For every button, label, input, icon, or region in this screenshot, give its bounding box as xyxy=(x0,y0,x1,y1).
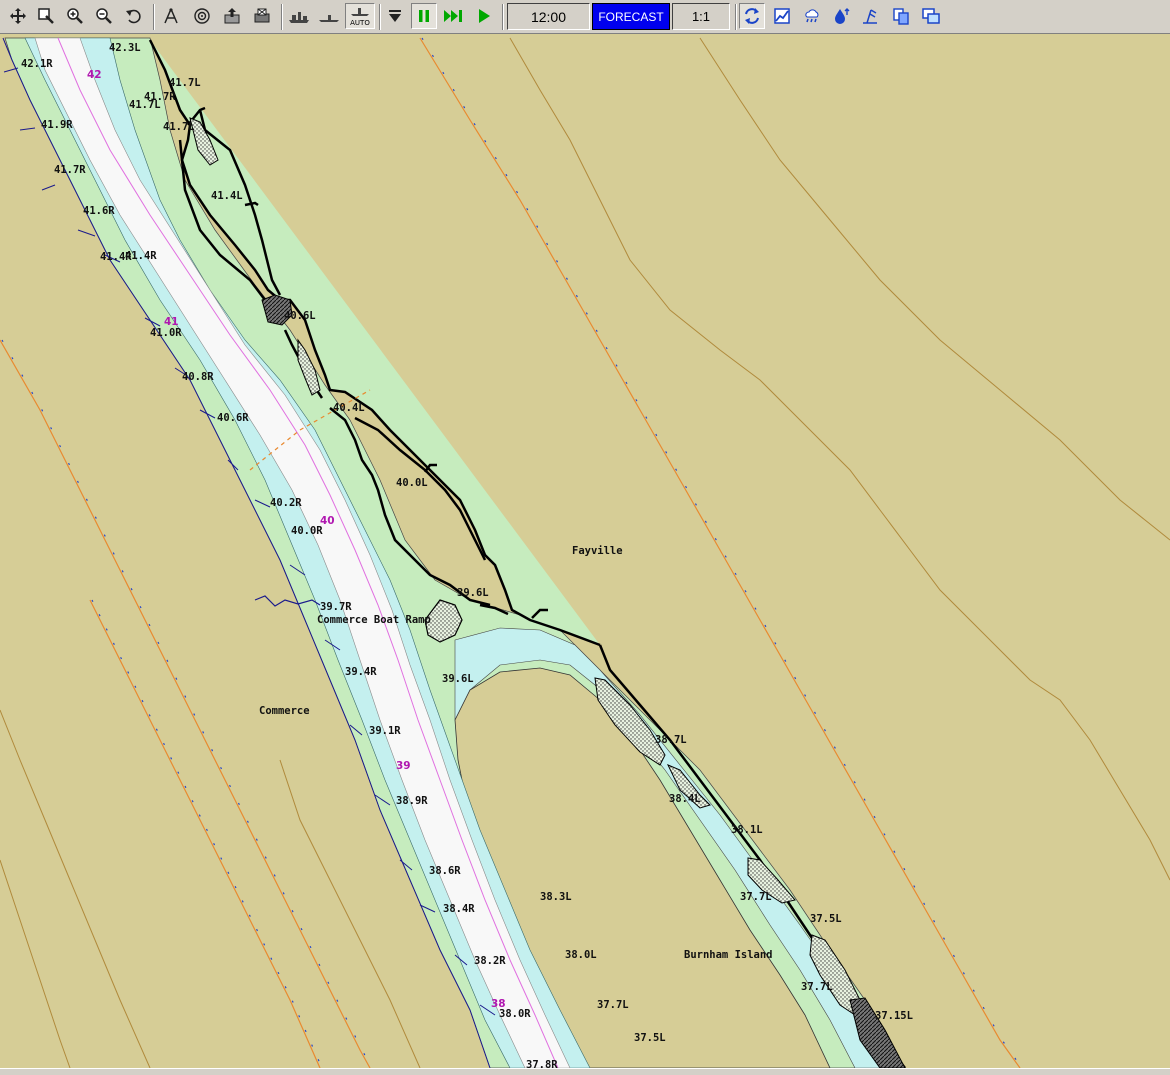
copy-icon[interactable] xyxy=(888,3,914,29)
mile-label: 42.1R xyxy=(21,58,53,70)
mile-label: 41.7L xyxy=(169,77,201,89)
mile-label: 41.4L xyxy=(211,190,243,202)
mile-label: 39.6L xyxy=(442,673,474,685)
mile-label: 40.8R xyxy=(182,371,214,383)
zoom-window-icon[interactable] xyxy=(33,3,59,29)
undo-icon[interactable] xyxy=(121,3,147,29)
mile-label: 40.0L xyxy=(396,477,428,489)
mile-label: 37.5L xyxy=(810,913,842,925)
auto-label: AUTO xyxy=(350,19,370,27)
mile-label: 38.4L xyxy=(669,793,701,805)
mile-label: 38.9R xyxy=(396,795,428,807)
mile-label: 37.15L xyxy=(875,1010,913,1022)
print-icon[interactable] xyxy=(249,3,275,29)
mile-label: 39.6L xyxy=(457,587,489,599)
mile-label: 41.7L xyxy=(163,121,195,133)
fast-forward-icon[interactable] xyxy=(441,3,467,29)
zoom-in-icon[interactable] xyxy=(62,3,88,29)
water-level-icon[interactable] xyxy=(829,3,855,29)
mile-label: 41.0R xyxy=(150,327,182,339)
mile-label: 38.4R xyxy=(443,903,475,915)
weather-icon[interactable] xyxy=(799,3,825,29)
pause-icon[interactable] xyxy=(411,3,437,29)
mile-label: 38.2R xyxy=(474,955,506,967)
step-icon[interactable] xyxy=(382,3,408,29)
mile-label: 37.7L xyxy=(597,999,629,1011)
target-icon[interactable] xyxy=(189,3,215,29)
towboat-icon[interactable] xyxy=(286,3,312,29)
mile-label: 38.1L xyxy=(731,824,763,836)
mile-label: 37.7L xyxy=(740,891,772,903)
mile-label: 40.4L xyxy=(333,402,365,414)
mile-label: 40.6L xyxy=(284,310,316,322)
mile-label: 41.4R xyxy=(125,250,157,262)
mile-label: 42.3L xyxy=(109,42,141,54)
mile-label: 39.1R xyxy=(369,725,401,737)
wind-icon[interactable] xyxy=(857,3,883,29)
chart-icon[interactable] xyxy=(769,3,795,29)
scale-display[interactable]: 1:1 xyxy=(672,3,730,30)
windows-icon[interactable] xyxy=(918,3,944,29)
mile-label: 40.6R xyxy=(217,412,249,424)
river-mile-39: 39 xyxy=(396,760,411,772)
mile-label: 38.0R xyxy=(499,1008,531,1020)
mile-label: 41.6R xyxy=(83,205,115,217)
mile-label: 38.3L xyxy=(540,891,572,903)
place-commerce-boat-ramp: Commerce Boat Ramp xyxy=(317,614,431,626)
river-chart-map[interactable]: 42 41 40 39 38 Fayville Commerce Commerc… xyxy=(0,34,1170,1068)
mile-label: 40.2R xyxy=(270,497,302,509)
mile-label: 38.6R xyxy=(429,865,461,877)
mile-label: 39.4R xyxy=(345,666,377,678)
measure-icon[interactable] xyxy=(158,3,184,29)
time-display[interactable]: 12:00 xyxy=(507,3,590,30)
mile-label: 41.9R xyxy=(41,119,73,131)
vessel-icon[interactable] xyxy=(316,3,342,29)
place-burnham-island: Burnham Island xyxy=(684,949,773,961)
chart-canvas: 42 41 40 39 38 Fayville Commerce Commerc… xyxy=(0,34,1170,1068)
river-mile-42: 42 xyxy=(87,69,102,81)
mile-label: 41.7L xyxy=(129,99,161,111)
mile-label: 37.7L xyxy=(801,981,833,993)
mile-label: 41.7R xyxy=(54,164,86,176)
auto-track-icon[interactable]: AUTO xyxy=(345,3,375,29)
mile-label: 37.5L xyxy=(634,1032,666,1044)
forecast-button[interactable]: FORECAST xyxy=(592,3,670,30)
mile-label: 38.0L xyxy=(565,949,597,961)
play-icon[interactable] xyxy=(471,3,497,29)
mile-label: 40.0R xyxy=(291,525,323,537)
place-commerce: Commerce xyxy=(259,705,310,717)
refresh-icon[interactable] xyxy=(739,3,765,29)
export-icon[interactable] xyxy=(219,3,245,29)
pan-icon[interactable] xyxy=(5,3,31,29)
place-fayville: Fayville xyxy=(572,545,623,557)
mile-label: 38.7L xyxy=(655,734,687,746)
toolbar: AUTO 12:00 FORECAST 1:1 xyxy=(0,0,1170,34)
zoom-out-icon[interactable] xyxy=(91,3,117,29)
mile-label: 39.7R xyxy=(320,601,352,613)
mile-label: 37.8R xyxy=(526,1059,558,1068)
